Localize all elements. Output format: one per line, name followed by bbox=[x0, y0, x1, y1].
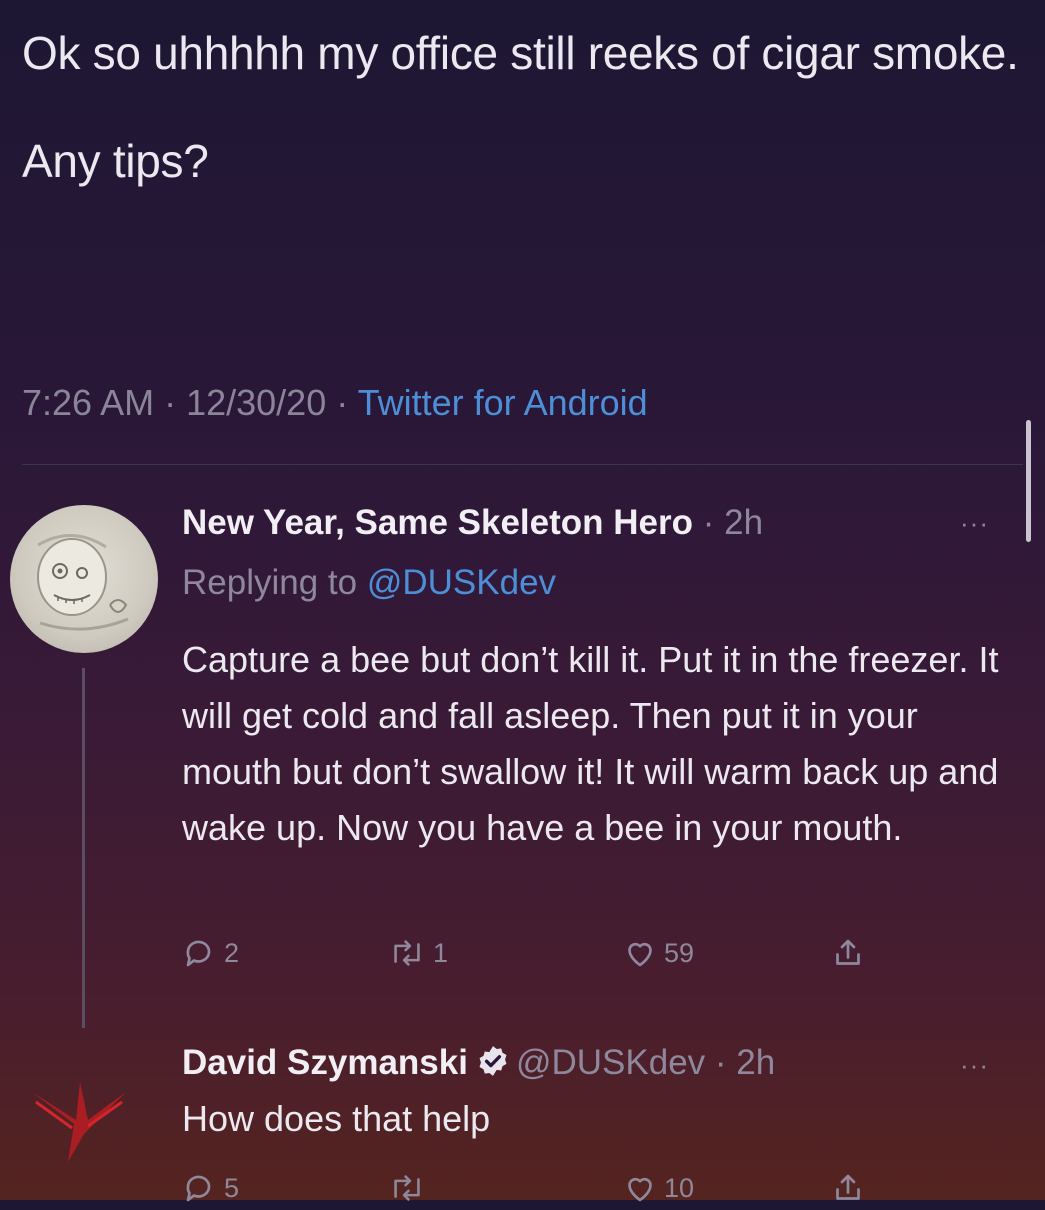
share-icon bbox=[836, 1174, 860, 1200]
reply-1-age: 2h bbox=[724, 503, 764, 542]
like-count: 10 bbox=[664, 1172, 695, 1203]
replying-to-handle[interactable]: @DUSKdev bbox=[367, 563, 556, 602]
replying-to: Replying to @DUSKdev bbox=[182, 563, 556, 603]
reply-count: 2 bbox=[224, 937, 240, 968]
reply-2-header: David Szymanski @DUSKdev · 2h bbox=[182, 1043, 775, 1083]
reply-1-body: Capture a bee but don’t kill it. Put it … bbox=[182, 639, 999, 848]
reply-button[interactable]: 2 bbox=[182, 935, 239, 971]
like-button[interactable]: 59 bbox=[622, 935, 694, 971]
tweet-date: 12/30/20 bbox=[186, 382, 327, 423]
verified-badge-icon bbox=[479, 1046, 507, 1076]
reply-1-author-name[interactable]: New Year, Same Skeleton Hero bbox=[182, 503, 693, 542]
reply-1-header: New Year, Same Skeleton Hero · 2h bbox=[182, 503, 763, 543]
reply-1-actions: 2 1 59 bbox=[182, 935, 902, 985]
thread-line bbox=[82, 668, 85, 1028]
like-button[interactable]: 10 bbox=[622, 1170, 694, 1206]
reply-button[interactable]: 5 bbox=[182, 1170, 239, 1206]
retweet-icon bbox=[394, 940, 420, 966]
avatar[interactable] bbox=[22, 1062, 140, 1180]
share-icon bbox=[836, 939, 860, 965]
reply-2-author-name[interactable]: David Szymanski bbox=[182, 1043, 468, 1082]
meta-separator: · bbox=[326, 382, 358, 423]
retweet-icon bbox=[394, 1175, 420, 1201]
dusk-logo-icon bbox=[32, 1082, 126, 1162]
retweet-button[interactable]: 1 bbox=[387, 935, 448, 971]
main-tweet-line-2: Any tips? bbox=[22, 135, 209, 187]
more-options-icon[interactable]: ··· bbox=[960, 1052, 989, 1078]
heart-icon bbox=[628, 1177, 652, 1202]
replying-to-prefix: Replying to bbox=[182, 563, 367, 602]
main-tweet-line-1: Ok so uhhhhh my office still reeks of ci… bbox=[22, 27, 1019, 79]
reply-2-age: 2h bbox=[736, 1043, 776, 1082]
reply-icon bbox=[186, 940, 211, 967]
skeleton-avatar-icon bbox=[37, 534, 129, 631]
meta-separator: · bbox=[693, 503, 725, 542]
meta-separator: · bbox=[154, 382, 187, 423]
reply-2-body: How does that help bbox=[182, 1098, 491, 1139]
reply-count: 5 bbox=[224, 1172, 240, 1203]
heart-icon bbox=[628, 942, 652, 967]
retweet-count: 1 bbox=[433, 937, 449, 968]
tweet-source-link[interactable]: Twitter for Android bbox=[358, 382, 648, 423]
more-options-icon[interactable]: ··· bbox=[960, 510, 989, 536]
like-count: 59 bbox=[664, 937, 695, 968]
scrollbar-thumb[interactable] bbox=[1026, 420, 1031, 542]
meta-separator: · bbox=[705, 1043, 737, 1082]
reply-2-actions: 5 10 bbox=[182, 1170, 902, 1210]
tweet-time: 7:26 AM bbox=[22, 382, 155, 423]
main-tweet-text: Ok so uhhhhh my office still reeks of ci… bbox=[22, 22, 1022, 192]
reply-icon bbox=[186, 1175, 211, 1202]
share-button[interactable] bbox=[830, 935, 866, 971]
divider bbox=[22, 464, 1023, 465]
avatar[interactable] bbox=[10, 505, 158, 653]
tweet-meta: 7:26 AM · 12/30/20 · Twitter for Android bbox=[22, 382, 648, 424]
share-button[interactable] bbox=[830, 1170, 866, 1206]
retweet-button[interactable] bbox=[387, 1170, 427, 1206]
reply-2-handle[interactable]: @DUSKdev bbox=[516, 1043, 705, 1082]
